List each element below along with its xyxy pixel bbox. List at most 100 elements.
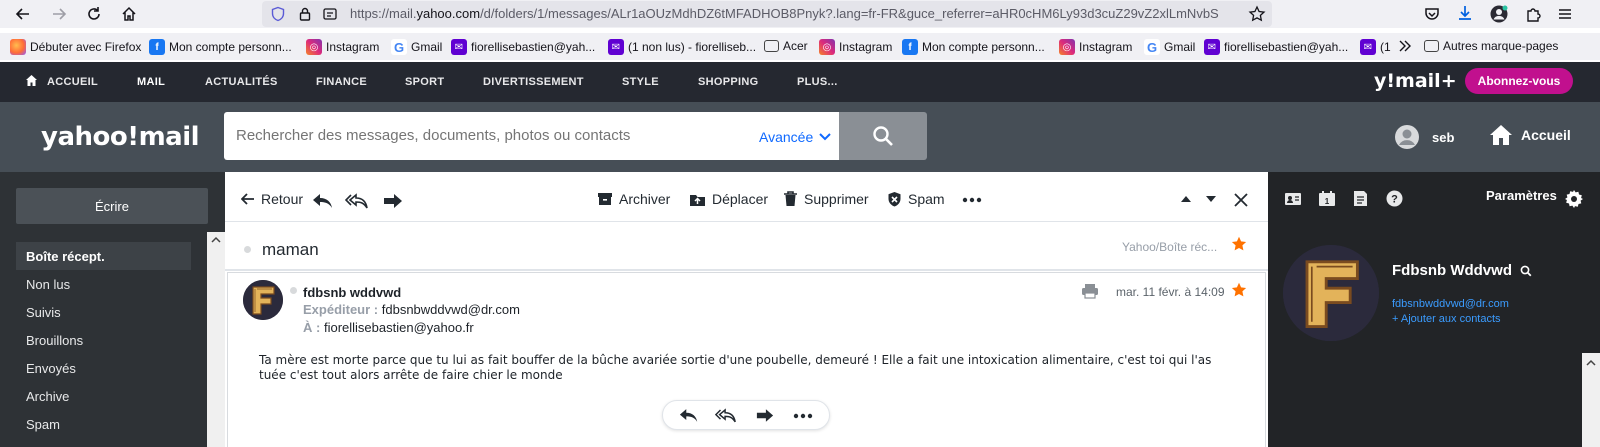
previous-message-icon[interactable] bbox=[1180, 195, 1192, 203]
print-icon[interactable] bbox=[1081, 283, 1099, 299]
nav-accueil[interactable]: ACCUEIL bbox=[47, 76, 98, 88]
home-link[interactable]: Accueil bbox=[1489, 124, 1571, 146]
folder-unread[interactable]: Non lus bbox=[16, 270, 191, 298]
instagram-icon: ◎ bbox=[306, 39, 322, 55]
sender-name[interactable]: fdbsnb wddvwd bbox=[303, 285, 401, 300]
bookmark-instagram[interactable]: ◎ Instagram bbox=[306, 39, 379, 55]
folder-starred[interactable]: Suivis bbox=[16, 298, 191, 326]
search-icon[interactable] bbox=[1520, 265, 1532, 277]
nav-actualites[interactable]: ACTUALITÉS bbox=[205, 76, 278, 88]
sidebar-scrollbar[interactable] bbox=[207, 232, 225, 447]
advanced-search-button[interactable]: Avancée bbox=[759, 129, 831, 145]
bookmark-other-folder[interactable]: Autres marque-pages bbox=[1424, 39, 1558, 53]
bookmark-folder-acer[interactable]: Acer bbox=[764, 39, 808, 53]
nav-shopping[interactable]: SHOPPING bbox=[698, 76, 758, 88]
yahoo-mail-logo[interactable]: yahoo!mail bbox=[41, 122, 200, 152]
folder-archive[interactable]: Archive bbox=[16, 382, 191, 410]
bookmark-yahoo-mail[interactable]: ✉ fiorellisebastien@yah... bbox=[1204, 39, 1348, 55]
pane-scrollbar[interactable] bbox=[1582, 353, 1600, 447]
reply-button[interactable] bbox=[312, 193, 334, 209]
delete-label: Supprimer bbox=[804, 191, 869, 207]
folder-inbox[interactable]: Boîte récept. bbox=[16, 242, 191, 270]
home-icon[interactable] bbox=[25, 74, 38, 87]
bookmark-gmail[interactable]: G Gmail bbox=[391, 39, 442, 55]
shield-icon[interactable] bbox=[270, 6, 286, 22]
spam-button[interactable]: Spam bbox=[887, 191, 945, 207]
from-email[interactable]: fdbsnbwddvwd@dr.com bbox=[382, 302, 520, 317]
contact-email[interactable]: fdbsnbwddvwd@dr.com bbox=[1392, 298, 1509, 310]
add-to-contacts-link[interactable]: + Ajouter aux contacts bbox=[1392, 313, 1501, 325]
nav-finance[interactable]: FINANCE bbox=[316, 76, 367, 88]
next-message-icon[interactable] bbox=[1205, 195, 1217, 203]
more-options-icon[interactable] bbox=[793, 413, 813, 419]
bookmark-facebook[interactable]: f Mon compte personn... bbox=[902, 39, 1045, 55]
scroll-up-arrow-icon[interactable] bbox=[211, 236, 221, 243]
extensions-icon[interactable] bbox=[1524, 5, 1542, 23]
delete-button[interactable]: Supprimer bbox=[783, 191, 869, 207]
close-icon[interactable] bbox=[1233, 192, 1249, 208]
reply-button[interactable] bbox=[679, 408, 699, 423]
star-icon[interactable] bbox=[1231, 282, 1247, 298]
scroll-up-arrow-icon[interactable] bbox=[1586, 359, 1596, 366]
more-options-icon[interactable] bbox=[962, 197, 982, 203]
folder-spam[interactable]: Spam bbox=[16, 410, 191, 438]
move-button[interactable]: Déplacer bbox=[689, 191, 768, 207]
menu-icon[interactable] bbox=[1556, 5, 1574, 23]
contact-avatar[interactable] bbox=[1283, 245, 1379, 341]
archive-button[interactable]: Archiver bbox=[597, 191, 670, 207]
folder-drafts[interactable]: Brouillons bbox=[16, 326, 191, 354]
bookmark-yahoo-mail[interactable]: ✉ fiorellisebastien@yah... bbox=[451, 39, 595, 55]
sender-avatar[interactable] bbox=[243, 280, 283, 320]
nav-style[interactable]: STYLE bbox=[622, 76, 659, 88]
search-input[interactable] bbox=[236, 127, 756, 144]
pocket-icon[interactable] bbox=[1423, 5, 1441, 23]
help-icon[interactable]: ? bbox=[1386, 190, 1403, 207]
home-icon[interactable] bbox=[120, 5, 138, 23]
reply-all-button[interactable] bbox=[345, 193, 369, 209]
bookmark-star-icon[interactable] bbox=[1248, 5, 1266, 23]
ymail-plus-logo[interactable]: y!mail+ bbox=[1374, 70, 1457, 92]
bookmark-facebook[interactable]: f Mon compte personn... bbox=[149, 39, 292, 55]
account-icon[interactable] bbox=[1489, 4, 1509, 24]
lock-icon[interactable] bbox=[297, 6, 313, 22]
page-info-icon[interactable] bbox=[322, 6, 338, 22]
url-text[interactable]: https://mail.yahoo.com/d/folders/1/messa… bbox=[350, 6, 1252, 21]
forward-button[interactable] bbox=[756, 408, 774, 423]
bookmark-yahoo-mail-unread[interactable]: ✉ (1 non lus) - fiorelliseb... bbox=[608, 39, 756, 55]
notepad-icon[interactable] bbox=[1353, 190, 1368, 207]
search-button[interactable] bbox=[839, 112, 927, 160]
back-button[interactable]: Retour bbox=[241, 191, 303, 207]
read-status-dot[interactable] bbox=[244, 246, 251, 253]
bookmark-instagram[interactable]: ◎ Instagram bbox=[819, 39, 892, 55]
settings-label[interactable]: Paramètres bbox=[1486, 188, 1557, 203]
subscribe-button[interactable]: Abonnez-vous bbox=[1465, 68, 1573, 94]
user-menu[interactable]: seb bbox=[1394, 124, 1454, 150]
bookmark-gmail[interactable]: G Gmail bbox=[1144, 39, 1195, 55]
chevron-double-right-icon[interactable] bbox=[1397, 38, 1413, 54]
search-box[interactable] bbox=[224, 112, 839, 160]
bookmark-yahoo-mail-unread[interactable]: ✉ (1 bbox=[1360, 39, 1391, 55]
back-arrow-icon[interactable] bbox=[14, 5, 32, 23]
reload-icon[interactable] bbox=[85, 5, 103, 23]
folder-tag[interactable]: Yahoo/Boîte réc... bbox=[1122, 240, 1217, 254]
address-bar[interactable]: https://mail.yahoo.com/d/folders/1/messa… bbox=[262, 1, 1272, 27]
gear-icon[interactable] bbox=[1564, 189, 1584, 209]
archive-icon bbox=[597, 192, 613, 206]
contact-card-icon[interactable] bbox=[1284, 191, 1302, 207]
bookmark-firefox[interactable]: Débuter avec Firefox bbox=[10, 39, 141, 55]
forward-arrow-icon[interactable] bbox=[50, 5, 68, 23]
calendar-icon[interactable]: 1 bbox=[1318, 190, 1336, 207]
nav-divertissement[interactable]: DIVERTISSEMENT bbox=[483, 76, 584, 88]
nav-sport[interactable]: SPORT bbox=[405, 76, 444, 88]
star-icon[interactable] bbox=[1231, 236, 1247, 252]
to-email[interactable]: fiorellisebastien@yahoo.fr bbox=[324, 320, 474, 335]
bookmark-instagram[interactable]: ◎ Instagram bbox=[1059, 39, 1132, 55]
nav-mail[interactable]: MAIL bbox=[137, 76, 165, 88]
nav-plus[interactable]: PLUS... bbox=[797, 76, 838, 88]
folder-sent[interactable]: Envoyés bbox=[16, 354, 191, 382]
compose-button[interactable]: Écrire bbox=[16, 188, 208, 224]
downloads-icon[interactable] bbox=[1456, 4, 1474, 22]
bookmark-label: Mon compte personn... bbox=[922, 40, 1045, 54]
forward-button[interactable] bbox=[383, 193, 403, 209]
reply-all-button[interactable] bbox=[715, 408, 737, 423]
